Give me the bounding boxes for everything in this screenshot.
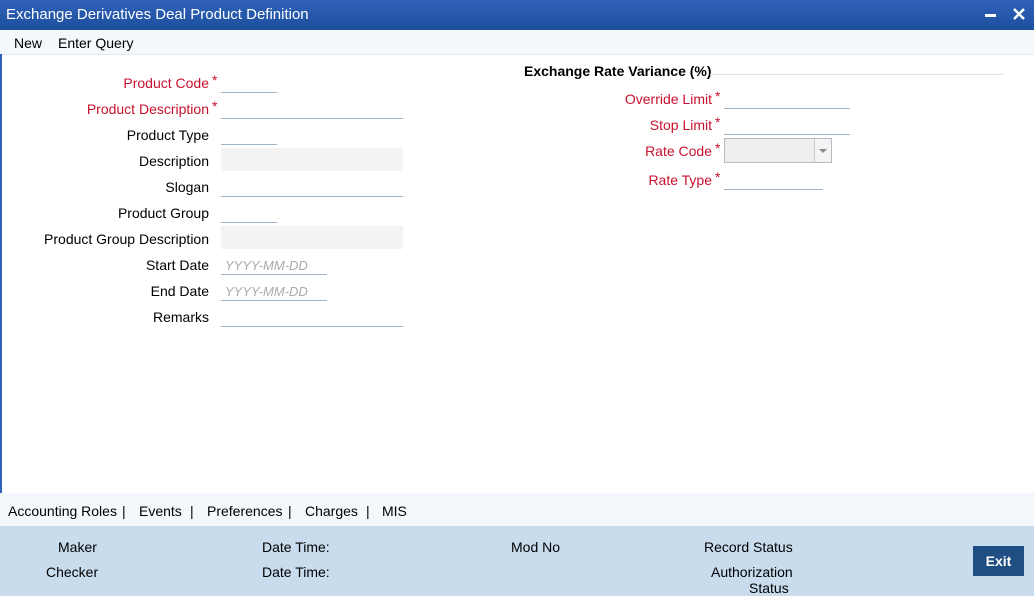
rate-type-field[interactable] xyxy=(724,171,823,190)
remarks-label: Remarks xyxy=(152,309,209,325)
close-icon[interactable] xyxy=(1009,4,1029,24)
required-marker: * xyxy=(715,169,721,185)
maker-label: Maker xyxy=(58,539,97,555)
audit-footer: Maker Checker Date Time: Date Time: Mod … xyxy=(0,526,1034,596)
chevron-down-icon[interactable] xyxy=(814,139,831,162)
checker-label: Checker xyxy=(46,564,99,580)
product-group-description-field[interactable] xyxy=(221,226,403,249)
section-divider xyxy=(710,74,1003,75)
checker-date-time-label: Date Time: xyxy=(262,564,330,580)
menu-bar: New Enter Query xyxy=(0,30,1034,55)
end-date-field[interactable] xyxy=(221,282,327,301)
product-group-description-label: Product Group Description xyxy=(44,231,209,247)
tab-mis[interactable]: MIS xyxy=(382,503,407,519)
tab-separator: | xyxy=(190,503,194,519)
description-label: Description xyxy=(138,153,209,169)
tab-separator: | xyxy=(288,503,292,519)
slogan-label: Slogan xyxy=(165,179,209,195)
product-type-label: Product Type xyxy=(126,127,209,143)
record-status-label: Record Status xyxy=(704,539,793,555)
left-border xyxy=(0,54,2,493)
sub-screen-tabs: Accounting Roles | Events | Preferences … xyxy=(0,493,1034,526)
exchange-rate-variance-heading: Exchange Rate Variance (%) xyxy=(524,63,712,79)
authorization-label: Authorization xyxy=(711,564,793,580)
product-type-field[interactable] xyxy=(221,126,277,145)
maker-date-time-label: Date Time: xyxy=(262,539,330,555)
required-marker: * xyxy=(715,88,721,104)
enter-query-menu-item[interactable]: Enter Query xyxy=(58,35,133,51)
remarks-field[interactable] xyxy=(221,308,403,327)
description-field[interactable] xyxy=(221,148,403,171)
minimize-icon[interactable] xyxy=(981,4,1001,24)
tab-accounting-roles[interactable]: Accounting Roles xyxy=(8,503,117,519)
required-marker: * xyxy=(212,72,218,88)
product-group-label: Product Group xyxy=(117,205,209,221)
start-date-field[interactable] xyxy=(221,256,327,275)
stop-limit-field[interactable] xyxy=(724,116,850,135)
product-group-field[interactable] xyxy=(221,204,277,223)
tab-events[interactable]: Events xyxy=(139,503,182,519)
tab-preferences[interactable]: Preferences xyxy=(207,503,282,519)
rate-code-select[interactable] xyxy=(724,138,832,163)
required-marker: * xyxy=(212,98,218,114)
start-date-label: Start Date xyxy=(145,257,209,273)
tab-separator: | xyxy=(122,503,126,519)
required-marker: * xyxy=(715,114,721,130)
override-limit-field[interactable] xyxy=(724,90,850,109)
product-code-field[interactable] xyxy=(221,74,277,93)
product-description-label: Product Description xyxy=(86,101,209,117)
end-date-label: End Date xyxy=(150,283,209,299)
new-menu-item[interactable]: New xyxy=(14,35,42,51)
rate-type-label: Rate Type xyxy=(648,172,712,188)
tab-separator: | xyxy=(366,503,370,519)
tab-charges[interactable]: Charges xyxy=(305,503,358,519)
product-code-label: Product Code xyxy=(123,75,209,91)
exit-button[interactable]: Exit xyxy=(973,546,1024,576)
stop-limit-label: Stop Limit xyxy=(649,117,712,133)
authorization-status-label: Status xyxy=(749,580,789,596)
title-bar: Exchange Derivatives Deal Product Defini… xyxy=(0,0,1034,30)
product-description-field[interactable] xyxy=(221,100,403,119)
window-title: Exchange Derivatives Deal Product Defini… xyxy=(6,6,309,23)
rate-code-label: Rate Code xyxy=(645,143,712,159)
required-marker: * xyxy=(715,140,721,156)
slogan-field[interactable] xyxy=(221,178,403,197)
mod-no-label: Mod No xyxy=(511,539,561,555)
override-limit-label: Override Limit xyxy=(624,91,712,107)
